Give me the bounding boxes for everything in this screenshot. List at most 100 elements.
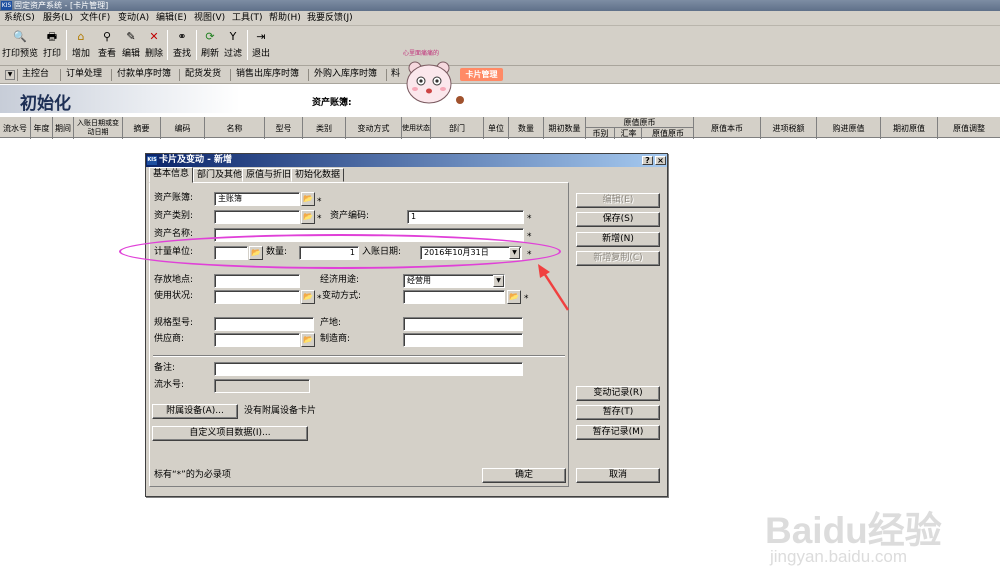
nav-item-payments[interactable]: 付款单序时簿 (117, 69, 171, 80)
maker-input[interactable] (403, 333, 523, 347)
col-summary[interactable]: 摘要 (123, 117, 161, 139)
book-label: 资产账簿: (154, 193, 194, 203)
spec-input[interactable] (214, 317, 314, 331)
col-exchange-rate[interactable]: 汇率 (616, 128, 642, 139)
supplier-input[interactable] (214, 333, 300, 347)
nav-item-console[interactable]: 主控台 (22, 69, 49, 80)
col-name[interactable]: 名称 (205, 117, 265, 139)
attach-note: 没有附属设备卡片 (244, 406, 317, 416)
origin-input[interactable] (403, 317, 523, 331)
folder-icon[interactable]: 📂 (301, 210, 315, 224)
col-quantity[interactable]: 数量 (509, 117, 544, 139)
edit-card-button[interactable]: 编辑(E) (576, 193, 660, 208)
col-entry-date[interactable]: 入账日期或变动日期 (74, 117, 123, 139)
usage-select[interactable]: 经营用 (403, 274, 505, 288)
col-change-method[interactable]: 变动方式 (346, 117, 402, 139)
toolbar: 🔍 打印预览 🖶 打印 ⌂ 增加 ⚲ 查看 ✎ 编辑 ✕ 删除 ⚭ 查找 ⟳ 刷… (0, 26, 1000, 66)
tab-department[interactable]: 部门及其他 (193, 168, 247, 182)
col-unit[interactable]: 单位 (484, 117, 509, 139)
col-initial-qty[interactable]: 期初数量 (544, 117, 586, 139)
attach-equipment-button[interactable]: 附属设备(A)... (152, 404, 238, 419)
tab-value-depreciation[interactable]: 原值与折旧 (242, 168, 296, 182)
category-input[interactable] (214, 210, 300, 224)
col-original-value-currency[interactable]: 原值原币 (643, 128, 693, 139)
menu-tools[interactable]: 工具(T) (232, 13, 263, 24)
change-method-input[interactable] (403, 290, 505, 304)
refresh-icon: ⟳ (205, 30, 215, 43)
col-initial-value[interactable]: 期初原值 (881, 117, 938, 139)
tab-basic-info[interactable]: 基本信息 (149, 167, 194, 183)
code-input[interactable]: 1 (407, 210, 524, 224)
baidu-watermark: Baidu经验 (765, 510, 942, 551)
nav-item-shipping[interactable]: 配货发货 (185, 69, 221, 80)
maker-label: 制造商: (320, 334, 351, 344)
print-button[interactable]: 🖶 打印 (41, 30, 63, 62)
binoculars-icon: ⚭ (177, 30, 187, 43)
col-code[interactable]: 编码 (161, 117, 205, 139)
refresh-button[interactable]: ⟳ 刷新 (199, 30, 221, 62)
nav-separator (111, 69, 112, 81)
folder-icon[interactable]: 📂 (301, 290, 315, 304)
find-button[interactable]: ⚭ 查找 (171, 30, 193, 62)
menu-file[interactable]: 文件(F) (80, 13, 110, 24)
folder-icon[interactable]: 📂 (301, 192, 315, 206)
origin-label: 产地: (320, 318, 342, 328)
col-category[interactable]: 类别 (303, 117, 346, 139)
col-value-adjust[interactable]: 原值调整 (938, 117, 1000, 139)
col-input-tax[interactable]: 进项税额 (761, 117, 817, 139)
folder-icon[interactable]: 📂 (507, 290, 521, 304)
required-star: * (317, 197, 322, 207)
save-button[interactable]: 保存(S) (576, 212, 660, 227)
col-model[interactable]: 型号 (265, 117, 303, 139)
card-dialog: KIS 卡片及变动 - 新增 ? × 基本信息 部门及其他 原值与折旧 初始化数… (145, 153, 668, 497)
cancel-button[interactable]: 取消 (576, 468, 660, 483)
menu-view[interactable]: 视图(V) (194, 13, 225, 24)
location-input[interactable] (214, 274, 300, 288)
ok-button[interactable]: 确定 (482, 468, 566, 483)
col-currency[interactable]: 币别 (587, 128, 615, 139)
col-year[interactable]: 年度 (31, 117, 53, 139)
col-purchase-value[interactable]: 购进原值 (817, 117, 881, 139)
col-period[interactable]: 期间 (53, 117, 74, 139)
nav-item-purchase-in[interactable]: 外购入库序时簿 (314, 69, 377, 80)
book-input[interactable]: 主账簿 (214, 192, 300, 206)
mascot-caption: 心里面痛痛的 (403, 50, 440, 57)
menu-help[interactable]: 帮助(H) (269, 13, 301, 24)
col-original-local[interactable]: 原值本币 (694, 117, 761, 139)
temp-record-button[interactable]: 暂存记录(M) (576, 425, 660, 440)
nav-item-sales-out[interactable]: 销售出库序时簿 (236, 69, 299, 80)
change-record-button[interactable]: 变动记录(R) (576, 386, 660, 401)
temp-save-button[interactable]: 暂存(T) (576, 405, 660, 420)
nav-item-material[interactable]: 料 (391, 69, 400, 80)
menu-service[interactable]: 服务(L) (43, 13, 73, 24)
print-preview-button[interactable]: 🔍 打印预览 (2, 30, 38, 62)
status-input[interactable] (214, 290, 300, 304)
col-department[interactable]: 部门 (431, 117, 484, 139)
menu-feedback[interactable]: 我要反馈(J) (307, 13, 353, 24)
chevron-down-icon[interactable]: ▼ (5, 70, 15, 80)
remark-input[interactable] (214, 362, 523, 376)
menu-system[interactable]: 系统(S) (4, 13, 35, 24)
tab-initial-data[interactable]: 初始化数据 (291, 168, 345, 182)
edit-button[interactable]: ✎ 编辑 (120, 30, 142, 62)
required-star: * (527, 214, 532, 224)
close-icon[interactable]: × (655, 156, 666, 165)
exit-button[interactable]: ⇥ 退出 (250, 30, 272, 62)
menu-change[interactable]: 变动(A) (118, 13, 149, 24)
custom-fields-button[interactable]: 自定义项目数据(I)... (152, 426, 308, 441)
delete-button[interactable]: ✕ 删除 (143, 30, 165, 62)
chevron-down-icon[interactable]: ▼ (493, 275, 504, 287)
new-button[interactable]: 新增(N) (576, 232, 660, 247)
app-logo-icon: KIS (1, 1, 12, 10)
help-icon[interactable]: ? (642, 156, 653, 165)
col-usage-status[interactable]: 使用状态 (402, 117, 431, 139)
red-arrow-icon (538, 264, 570, 311)
filter-button[interactable]: Y 过滤 (222, 30, 244, 62)
nav-item-orders[interactable]: 订单处理 (66, 69, 102, 80)
menu-edit[interactable]: 编辑(E) (156, 13, 187, 24)
copy-new-button[interactable]: 新增复制(C) (576, 251, 660, 266)
view-button[interactable]: ⚲ 查看 (96, 30, 118, 62)
col-serial[interactable]: 流水号 (0, 117, 31, 139)
folder-icon[interactable]: 📂 (301, 333, 315, 347)
add-button[interactable]: ⌂ 增加 (70, 30, 92, 62)
